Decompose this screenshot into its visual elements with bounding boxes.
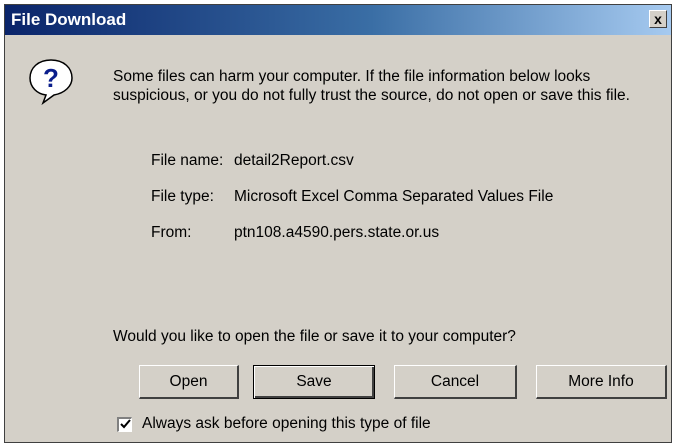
always-ask-label: Always ask before opening this type of f… xyxy=(142,415,431,432)
file-type-value: Microsoft Excel Comma Separated Values F… xyxy=(234,188,554,205)
file-type-label: File type: xyxy=(151,188,214,205)
question-mark-icon: ? xyxy=(29,59,73,105)
warning-message: Some files can harm your computer. If th… xyxy=(113,68,630,104)
more-info-button[interactable]: More Info xyxy=(536,365,667,399)
close-button[interactable]: x xyxy=(649,10,667,28)
cancel-button[interactable]: Cancel xyxy=(394,365,517,399)
checkmark-icon xyxy=(119,419,131,429)
svg-text:?: ? xyxy=(43,63,59,93)
always-ask-checkbox[interactable] xyxy=(117,416,132,432)
from-value: ptn108.a4590.pers.state.or.us xyxy=(234,224,440,241)
save-button[interactable]: Save xyxy=(253,365,375,399)
open-or-save-question: Would you like to open the file or save … xyxy=(113,328,516,345)
file-name-label: File name: xyxy=(151,152,224,169)
open-button[interactable]: Open xyxy=(139,365,239,399)
title-bar[interactable]: File Download x xyxy=(5,5,671,35)
file-download-dialog: File Download x ? Some files can harm yo… xyxy=(4,4,672,443)
from-label: From: xyxy=(151,224,192,241)
window-title: File Download xyxy=(11,10,127,29)
close-icon: x xyxy=(654,11,662,27)
always-ask-option[interactable]: Always ask before opening this type of f… xyxy=(117,415,431,433)
file-name-value: detail2Report.csv xyxy=(234,152,354,169)
